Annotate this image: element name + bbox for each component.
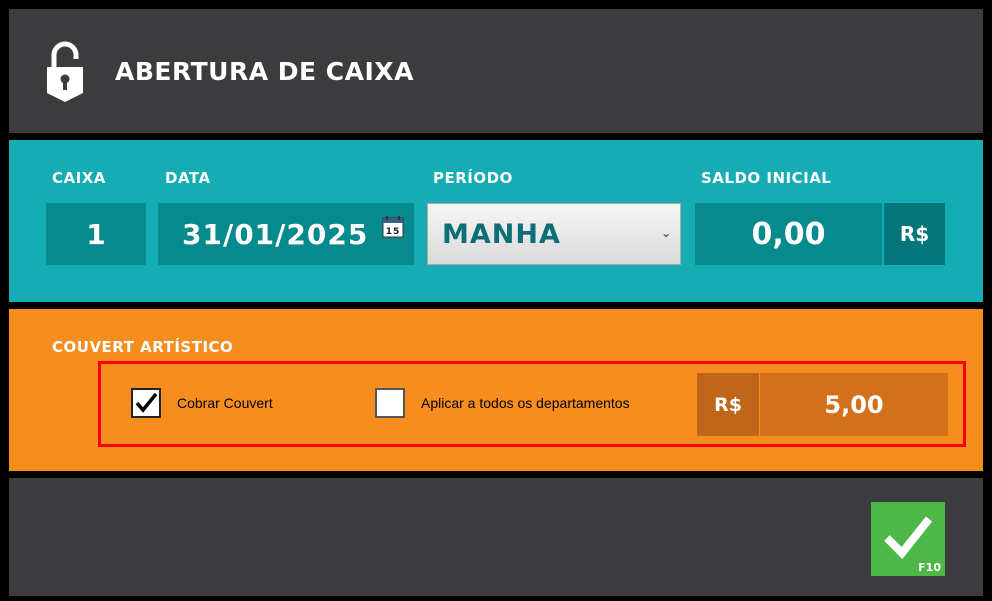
cobrar-couvert-checkbox[interactable]: [131, 388, 161, 418]
chevron-down-icon: ⌄: [660, 226, 672, 240]
footer-bar: F10: [9, 478, 983, 596]
data-label: DATA: [165, 169, 211, 187]
caixa-number-field[interactable]: 1: [46, 203, 146, 265]
cobrar-couvert-label[interactable]: Cobrar Couvert: [177, 395, 273, 411]
aplicar-todos-checkbox[interactable]: [375, 388, 405, 418]
periodo-value: MANHA: [442, 218, 561, 250]
caixa-section: CAIXA DATA PERÍODO SALDO INICIAL 1 31/01…: [9, 140, 983, 302]
caixa-label: CAIXA: [52, 169, 106, 187]
saldo-inicial-label: SALDO INICIAL: [701, 169, 832, 187]
couvert-currency-label: R$: [697, 373, 759, 436]
couvert-label: COUVERT ARTÍSTICO: [52, 338, 234, 356]
date-value: 31/01/2025: [182, 217, 369, 251]
saldo-inicial-field[interactable]: 0,00: [695, 203, 882, 265]
check-icon: [135, 392, 158, 413]
confirm-button[interactable]: F10: [871, 502, 945, 576]
page-title: ABERTURA DE CAIXA: [115, 57, 414, 86]
couvert-value-field[interactable]: 5,00: [760, 373, 948, 436]
confirm-shortcut-label: F10: [918, 561, 941, 574]
header-bar: ABERTURA DE CAIXA: [9, 9, 983, 133]
calendar-icon[interactable]: 15: [382, 216, 404, 238]
date-field[interactable]: 31/01/2025 15: [158, 203, 414, 265]
periodo-select[interactable]: MANHA ⌄: [427, 203, 681, 265]
calendar-day: 15: [386, 227, 401, 237]
couvert-section: COUVERT ARTÍSTICO Cobrar Couvert Aplicar…: [9, 309, 983, 471]
unlock-icon: [47, 41, 83, 102]
currency-label: R$: [884, 203, 945, 265]
periodo-label: PERÍODO: [433, 169, 513, 187]
couvert-options-group: Cobrar Couvert Aplicar a todos os depart…: [98, 361, 966, 447]
aplicar-todos-label[interactable]: Aplicar a todos os departamentos: [421, 395, 630, 411]
checkmark-icon: [884, 516, 933, 559]
